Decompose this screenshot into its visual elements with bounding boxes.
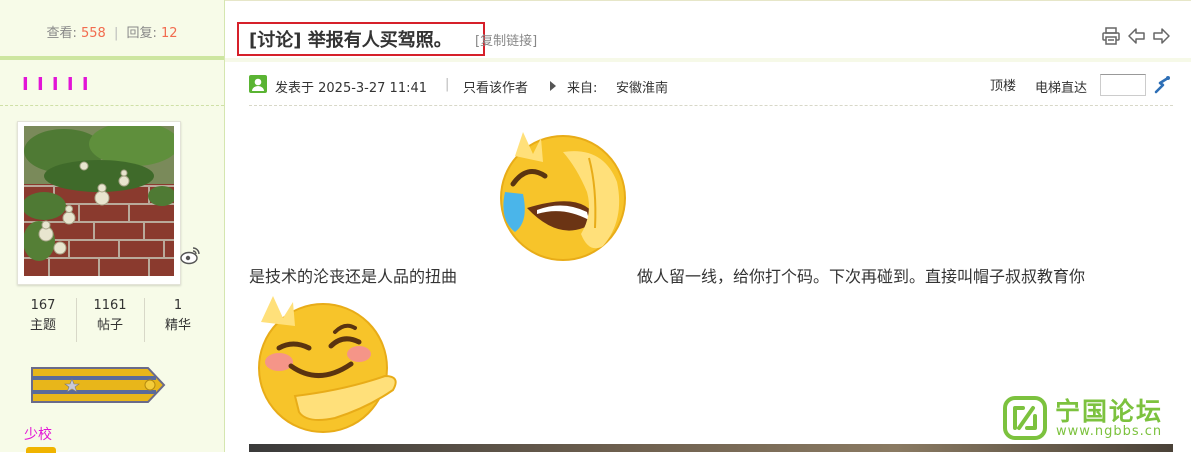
stat-threads[interactable]: 167 主题 xyxy=(10,296,76,336)
print-icon[interactable] xyxy=(1101,26,1121,46)
watermark-title: 宁国论坛 xyxy=(1055,397,1164,426)
medal-icon xyxy=(26,447,56,453)
watermark-url: www.ngbbs.cn xyxy=(1056,424,1163,439)
post-meta-bar: 发表于 2025-3-27 11:41 | 只看该作者 来自: 安徽淮南 顶楼 … xyxy=(249,74,1173,98)
thread-title: [讨论] 举报有人买驾照。 xyxy=(249,30,452,51)
views-count: 558 xyxy=(80,26,106,41)
sidebar-dashed-divider xyxy=(0,105,224,106)
site-logo-icon xyxy=(1003,396,1047,440)
stat-threads-value: 167 xyxy=(30,298,56,313)
rank-badge-icon xyxy=(30,366,166,404)
avatar[interactable] xyxy=(17,121,181,285)
sidebar-divider xyxy=(0,56,224,60)
stat-posts-value: 1161 xyxy=(93,298,127,313)
header-divider xyxy=(225,58,1191,62)
avatar-image xyxy=(24,126,174,276)
author-only-link[interactable]: 只看该作者 xyxy=(463,77,528,96)
stat-digest[interactable]: 1 精华 xyxy=(145,296,211,336)
triangle-right-icon xyxy=(550,81,556,91)
post-text-start: 是技术的沦丧还是人品的扭曲 xyxy=(249,267,458,286)
site-watermark: 宁国论坛 www.ngbbs.cn xyxy=(1003,392,1191,444)
top-floor-link[interactable]: 顶楼 xyxy=(990,75,1016,94)
goto-floor-icon[interactable] xyxy=(1152,74,1174,96)
views-label: 查看: xyxy=(46,26,77,41)
author-stats: 167 主题 1161 帖子 1 精华 xyxy=(10,296,210,342)
goto-floor-label: 电梯直达 xyxy=(1035,81,1088,96)
stats-separator: | xyxy=(113,26,119,41)
post-main: [讨论] 举报有人买驾照。 [复制链接] 发表于 2025-3-27 11:41… xyxy=(225,0,1191,452)
meta-separator: | xyxy=(445,77,450,92)
thread-stats: 查看: 558 | 回复: 12 xyxy=(0,22,224,41)
post-date: 发表于 2025-3-27 11:41 xyxy=(275,81,428,96)
weibo-icon[interactable] xyxy=(179,244,201,266)
author-sidebar: 查看: 558 | 回复: 12 I I I I I 167 主题 1161 帖… xyxy=(0,0,225,453)
goto-floor-input[interactable] xyxy=(1100,74,1146,96)
laughing-crying-emoji xyxy=(493,128,629,264)
post-image[interactable] xyxy=(249,444,1173,452)
post-location: 安徽淮南 xyxy=(616,81,669,96)
stat-posts[interactable]: 1161 帖子 xyxy=(77,296,143,336)
from-label: 来自: xyxy=(567,81,598,96)
next-arrow-icon[interactable] xyxy=(1151,26,1171,46)
smirk-emoji xyxy=(255,292,405,440)
rank-title: 少校 xyxy=(24,427,52,443)
stat-digest-label: 精华 xyxy=(164,318,191,333)
stat-posts-label: 帖子 xyxy=(96,318,123,333)
meta-dashed-divider xyxy=(249,105,1173,106)
copy-link-button[interactable]: [复制链接] xyxy=(475,30,537,49)
author-username[interactable]: I I I I I xyxy=(22,74,90,95)
stat-digest-value: 1 xyxy=(173,298,183,313)
stat-threads-label: 主题 xyxy=(29,318,56,333)
prev-arrow-icon[interactable] xyxy=(1127,26,1147,46)
online-status-icon xyxy=(249,75,267,93)
replies-label: 回复: xyxy=(126,26,157,41)
replies-count: 12 xyxy=(161,26,178,41)
post-text-end: 做人留一线，给你打个码。下次再碰到。直接叫帽子叔叔教育你 xyxy=(637,267,1086,286)
